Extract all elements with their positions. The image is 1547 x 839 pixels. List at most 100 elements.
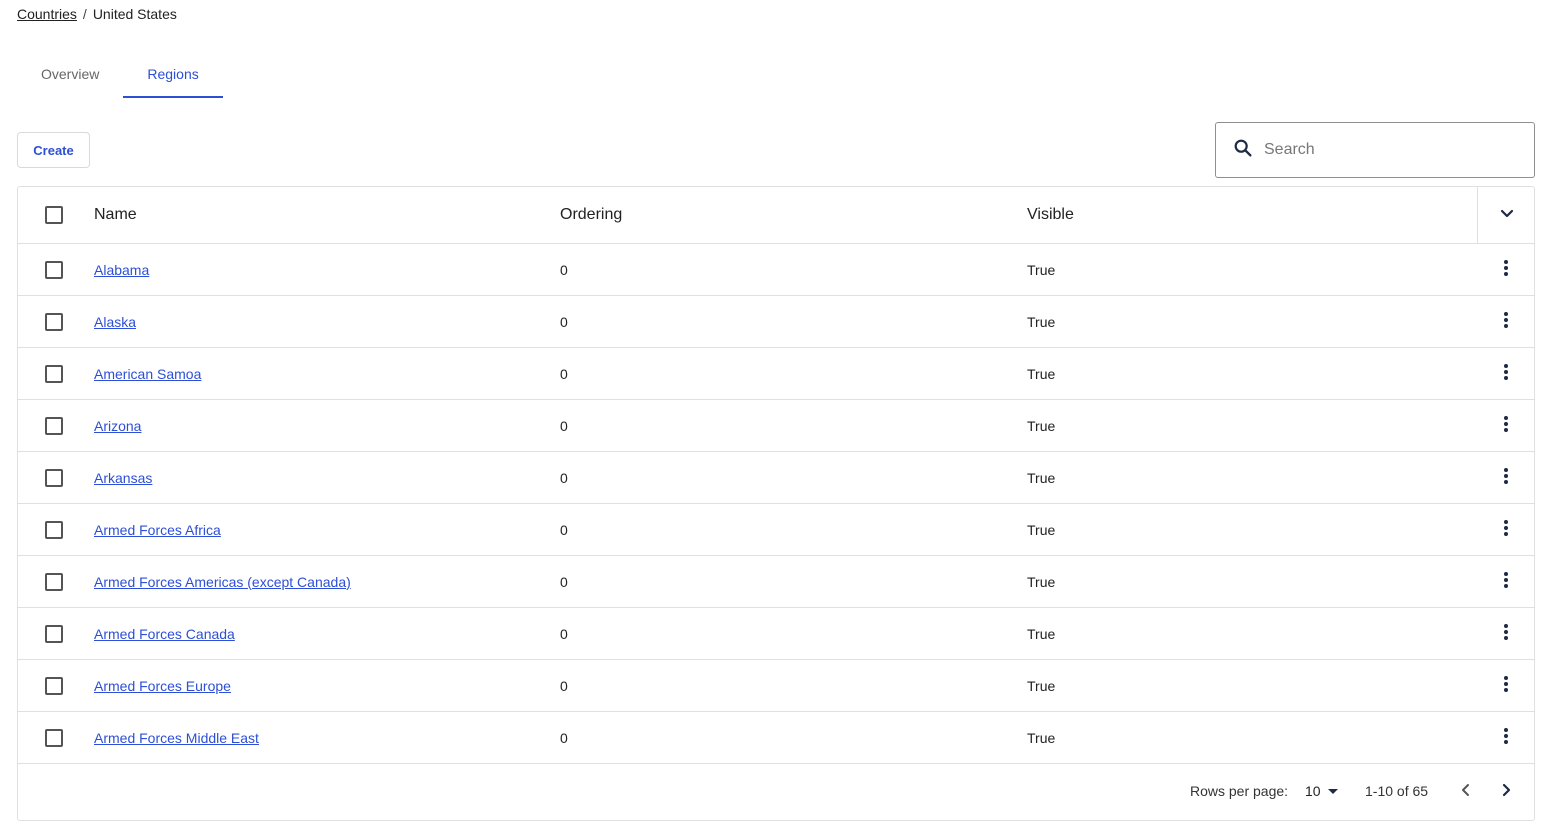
pagination-range: 1-10 of 65	[1365, 783, 1429, 799]
column-header-visible[interactable]: Visible	[1027, 187, 1074, 243]
region-ordering: 0	[560, 573, 568, 590]
column-header-ordering[interactable]: Ordering	[560, 187, 622, 243]
search-icon	[1232, 137, 1254, 164]
breadcrumb-link-countries[interactable]: Countries	[17, 6, 77, 22]
column-options-button[interactable]	[1477, 187, 1535, 243]
rows-per-page-value: 10	[1305, 783, 1321, 799]
table-row: Armed Forces Africa 0 True	[18, 504, 1534, 556]
row-checkbox[interactable]	[45, 312, 63, 331]
row-actions-button[interactable]	[1494, 310, 1518, 334]
row-actions-button[interactable]	[1494, 518, 1518, 542]
table-row: American Samoa 0 True	[18, 348, 1534, 400]
table-row: Arkansas 0 True	[18, 452, 1534, 504]
region-name-link[interactable]: Armed Forces Middle East	[94, 730, 259, 746]
region-visible: True	[1027, 521, 1056, 538]
select-all-checkbox[interactable]	[45, 206, 63, 224]
table-row: Armed Forces Middle East 0 True	[18, 712, 1534, 764]
tab-overview[interactable]: Overview	[17, 52, 123, 98]
region-ordering: 0	[560, 365, 568, 382]
search-input[interactable]	[1264, 141, 1524, 159]
more-vertical-icon	[1503, 259, 1509, 280]
region-ordering: 0	[560, 417, 568, 434]
region-name-link[interactable]: Arizona	[94, 418, 141, 434]
row-checkbox[interactable]	[45, 572, 63, 591]
create-button[interactable]: Create	[17, 132, 90, 168]
row-actions-button[interactable]	[1494, 726, 1518, 750]
breadcrumb: Countries / United States	[17, 6, 177, 22]
table-row: Armed Forces Americas (except Canada) 0 …	[18, 556, 1534, 608]
regions-table: Name Ordering Visible Alabama 0 True Ala…	[17, 186, 1535, 821]
region-name-link[interactable]: Alaska	[94, 314, 136, 330]
more-vertical-icon	[1503, 727, 1509, 748]
table-row: Armed Forces Europe 0 True	[18, 660, 1534, 712]
caret-down-icon	[1327, 783, 1339, 799]
column-header-name[interactable]: Name	[94, 187, 137, 243]
chevron-down-icon	[1500, 206, 1514, 224]
row-actions-button[interactable]	[1494, 362, 1518, 386]
rows-per-page-select[interactable]: 10	[1305, 783, 1339, 799]
tab-regions[interactable]: Regions	[123, 52, 223, 98]
pagination: Rows per page: 10 1-10 of 65	[18, 763, 1534, 820]
table-row: Armed Forces Canada 0 True	[18, 608, 1534, 660]
row-actions-button[interactable]	[1494, 466, 1518, 490]
region-visible: True	[1027, 729, 1056, 746]
region-name-link[interactable]: Armed Forces Canada	[94, 626, 235, 642]
region-ordering: 0	[560, 521, 568, 538]
more-vertical-icon	[1503, 467, 1509, 488]
row-actions-button[interactable]	[1494, 674, 1518, 698]
more-vertical-icon	[1503, 519, 1509, 540]
more-vertical-icon	[1503, 415, 1509, 436]
row-checkbox[interactable]	[45, 416, 63, 435]
breadcrumb-separator: /	[82, 6, 87, 22]
row-checkbox[interactable]	[45, 624, 63, 643]
next-page-button[interactable]	[1493, 778, 1519, 804]
row-actions-button[interactable]	[1494, 622, 1518, 646]
region-name-link[interactable]: Arkansas	[94, 470, 152, 486]
region-ordering: 0	[560, 261, 568, 278]
search-box	[1215, 122, 1535, 178]
row-checkbox[interactable]	[45, 260, 63, 279]
row-checkbox[interactable]	[45, 728, 63, 747]
region-visible: True	[1027, 677, 1056, 694]
region-ordering: 0	[560, 677, 568, 694]
region-ordering: 0	[560, 469, 568, 486]
region-visible: True	[1027, 365, 1056, 382]
region-name-link[interactable]: Armed Forces Europe	[94, 678, 231, 694]
table-body: Alabama 0 True Alaska 0 True American Sa…	[18, 244, 1534, 764]
previous-page-button[interactable]	[1453, 778, 1479, 804]
region-ordering: 0	[560, 729, 568, 746]
table-row: Alaska 0 True	[18, 296, 1534, 348]
row-actions-button[interactable]	[1494, 258, 1518, 282]
region-ordering: 0	[560, 313, 568, 330]
row-actions-button[interactable]	[1494, 414, 1518, 438]
more-vertical-icon	[1503, 363, 1509, 384]
row-checkbox[interactable]	[45, 364, 63, 383]
region-visible: True	[1027, 261, 1056, 278]
region-name-link[interactable]: Alabama	[94, 262, 149, 278]
row-actions-button[interactable]	[1494, 570, 1518, 594]
region-name-link[interactable]: American Samoa	[94, 366, 201, 382]
region-ordering: 0	[560, 625, 568, 642]
region-visible: True	[1027, 625, 1056, 642]
row-checkbox[interactable]	[45, 676, 63, 695]
table-row: Alabama 0 True	[18, 244, 1534, 296]
row-checkbox[interactable]	[45, 468, 63, 487]
region-visible: True	[1027, 469, 1056, 486]
chevron-right-icon	[1501, 783, 1511, 800]
region-visible: True	[1027, 313, 1056, 330]
region-name-link[interactable]: Armed Forces Americas (except Canada)	[94, 574, 351, 590]
more-vertical-icon	[1503, 571, 1509, 592]
region-name-link[interactable]: Armed Forces Africa	[94, 522, 221, 538]
rows-per-page-label: Rows per page:	[1190, 783, 1289, 799]
tab-bar: Overview Regions	[17, 52, 223, 98]
region-visible: True	[1027, 417, 1056, 434]
region-visible: True	[1027, 573, 1056, 590]
more-vertical-icon	[1503, 623, 1509, 644]
table-header: Name Ordering Visible	[18, 187, 1534, 244]
row-checkbox[interactable]	[45, 520, 63, 539]
breadcrumb-current: United States	[92, 6, 177, 22]
more-vertical-icon	[1503, 311, 1509, 332]
chevron-left-icon	[1461, 783, 1471, 800]
table-row: Arizona 0 True	[18, 400, 1534, 452]
more-vertical-icon	[1503, 675, 1509, 696]
